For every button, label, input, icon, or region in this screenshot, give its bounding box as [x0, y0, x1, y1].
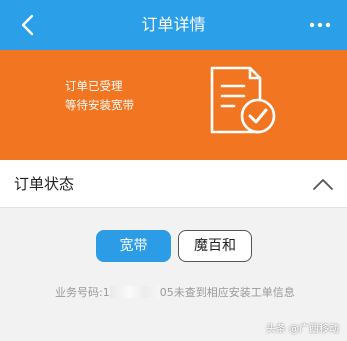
page-title: 订单详情 [141, 15, 206, 34]
section-title: 订单状态 [14, 175, 75, 193]
banner-substatus-text: 等待安装宽带 [65, 98, 134, 112]
chevron-up-icon[interactable] [311, 174, 335, 194]
order-status-banner: 订单已受理 等待安装宽带 [0, 50, 347, 160]
redacted-number [109, 286, 160, 298]
document-check-icon [210, 66, 276, 134]
banner-status-text: 订单已受理 [65, 79, 123, 93]
tab-broadband[interactable]: 宽带 [96, 230, 171, 262]
tab-mobaihe[interactable]: 魔百和 [178, 230, 252, 262]
business-number-info: 业务号码:1 05未查到相应安装工单信息 [55, 284, 295, 300]
watermark: 头条 @广西移动 [266, 320, 339, 335]
info-suffix: 05未查到相应安装工单信息 [159, 286, 295, 299]
watermark-text: 头条 @广西移动 [265, 324, 339, 335]
more-dots-icon[interactable] [307, 13, 333, 37]
info-prefix: 业务号码:1 [55, 286, 110, 299]
order-status-content: 宽带 魔百和 业务号码:1 05未查到相应安装工单信息 头条 @广西移动 [0, 209, 347, 341]
app-header: 订单详情 [0, 0, 347, 50]
order-status-section-header[interactable]: 订单状态 [0, 160, 347, 208]
